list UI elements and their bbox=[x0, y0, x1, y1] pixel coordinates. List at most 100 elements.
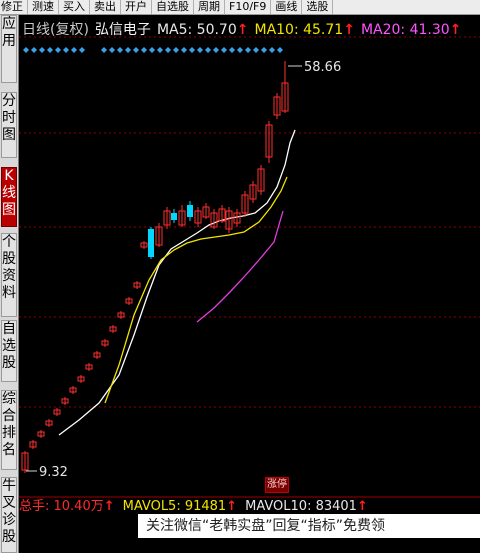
ma10-value: MA10: 45.71↑ bbox=[254, 22, 355, 38]
signal-diamond-icon bbox=[149, 47, 155, 53]
sidebar-tab-1[interactable]: 分时图 bbox=[1, 92, 17, 158]
signal-diamond-icon bbox=[31, 47, 37, 53]
ma5-value: MA5: 50.70↑ bbox=[156, 22, 249, 38]
toolbar-item-9[interactable]: 选股 bbox=[302, 0, 334, 14]
sidebar-tab-char: 牛 bbox=[2, 478, 16, 494]
stock-name: 弘信电子 bbox=[94, 22, 151, 38]
sidebar-tab-3[interactable]: 个股资料 bbox=[1, 233, 17, 317]
mavol5-value: MAVOL5: 91481↑ bbox=[122, 499, 238, 514]
signal-diamond-icon bbox=[39, 47, 45, 53]
sidebar-tab-char: 选 bbox=[2, 338, 16, 354]
signal-diamond-icon bbox=[237, 47, 243, 53]
sidebar-tab-char: 合 bbox=[2, 408, 16, 424]
chart-grid bbox=[19, 36, 480, 498]
sidebar-tab-5[interactable]: 综合排名 bbox=[1, 390, 17, 470]
signal-diamond-icon bbox=[181, 47, 187, 53]
signal-diamond-icon bbox=[189, 47, 195, 53]
sidebar-tab-char: 用 bbox=[2, 33, 16, 49]
signal-diamond-icon bbox=[133, 47, 139, 53]
sidebar-tab-char: 个 bbox=[2, 234, 16, 250]
signal-diamond-icon bbox=[261, 47, 267, 53]
signal-diamond-icon bbox=[197, 47, 203, 53]
signal-diamond-icon bbox=[141, 47, 147, 53]
signal-diamond-icon bbox=[63, 47, 69, 53]
signal-diamond-icon bbox=[71, 47, 77, 53]
sidebar-tab-char: 料 bbox=[2, 285, 16, 301]
total-up-arrow-icon: ↑ bbox=[103, 499, 115, 514]
toolbar-item-2[interactable]: 买入 bbox=[59, 0, 90, 14]
toolbar-item-5[interactable]: 自选股 bbox=[152, 0, 194, 14]
signal-diamond-icon bbox=[277, 47, 283, 53]
price-markers: 58.66 9.32 bbox=[26, 60, 341, 480]
toolbar-item-1[interactable]: 测速 bbox=[28, 0, 59, 14]
signal-diamond-icon bbox=[165, 47, 171, 53]
signal-markers bbox=[23, 47, 283, 53]
low-price-marker: 9.32 bbox=[39, 465, 68, 480]
signal-diamond-icon bbox=[157, 47, 163, 53]
toolbar: 修正 测速 买入 卖出 开户 自选股 周期 F10/F9 画线 选股 bbox=[0, 0, 480, 15]
sidebar-tab-char: 线 bbox=[2, 185, 16, 201]
mavol10-up-arrow-icon: ↑ bbox=[356, 499, 368, 514]
signal-diamond-icon bbox=[229, 47, 235, 53]
sidebar-tab-char: 时 bbox=[2, 110, 16, 126]
signal-diamond-icon bbox=[55, 47, 61, 53]
candle-body bbox=[171, 213, 177, 220]
signal-diamond-icon bbox=[117, 47, 123, 53]
moving-average-lines bbox=[58, 129, 296, 436]
sidebar-tab-0[interactable]: 应用 bbox=[1, 15, 17, 83]
candle-body bbox=[187, 205, 193, 217]
signal-diamond-icon bbox=[23, 47, 29, 53]
sidebar-tab-6[interactable]: 牛叉诊股 bbox=[1, 477, 17, 553]
mavol5-up-arrow-icon: ↑ bbox=[226, 499, 238, 514]
signal-diamond-icon bbox=[125, 47, 131, 53]
volume-header: 总手: 10.40万↑ MAVOL5: 91481↑ MAVOL10: 83401↑ bbox=[19, 499, 368, 515]
ma20-up-arrow-icon: ↑ bbox=[449, 22, 462, 38]
sidebar-tab-char: 股 bbox=[2, 355, 16, 371]
signal-diamond-icon bbox=[173, 47, 179, 53]
toolbar-item-6[interactable]: 周期 bbox=[194, 0, 225, 14]
candlesticks bbox=[21, 61, 289, 473]
limit-up-badge: 涨停 bbox=[265, 477, 289, 493]
signal-diamond-icon bbox=[213, 47, 219, 53]
total-volume: 总手: 10.40万↑ bbox=[19, 499, 115, 514]
signal-diamond-icon bbox=[253, 47, 259, 53]
ma20-value: MA20: 41.30↑ bbox=[360, 22, 462, 38]
high-price-marker: 58.66 bbox=[304, 60, 341, 75]
sidebar: 应用分时图K线图个股资料自选股综合排名牛叉诊股 bbox=[0, 15, 19, 553]
mavol10-value: MAVOL10: 83401↑ bbox=[245, 499, 368, 514]
ma10-up-arrow-icon: ↑ bbox=[343, 22, 355, 38]
signal-diamond-icon bbox=[221, 47, 227, 53]
chart-header: 日线(复权) 弘信电子 MA5: 50.70↑ MA10: 45.71↑ MA20: 4… bbox=[22, 22, 461, 38]
ma5-line bbox=[58, 129, 296, 436]
sidebar-tab-char: 诊 bbox=[2, 512, 16, 528]
sidebar-tab-char: 分 bbox=[2, 93, 16, 109]
sidebar-tab-char: 图 bbox=[2, 202, 16, 218]
signal-diamond-icon bbox=[205, 47, 211, 53]
signal-diamond-icon bbox=[245, 47, 251, 53]
sidebar-tab-char: K bbox=[4, 168, 14, 184]
signal-diamond-icon bbox=[101, 47, 107, 53]
sidebar-tab-char: 排 bbox=[2, 425, 16, 441]
ma5-up-arrow-icon: ↑ bbox=[236, 22, 249, 38]
signal-diamond-icon bbox=[269, 47, 275, 53]
toolbar-item-8[interactable]: 画线 bbox=[271, 0, 303, 14]
sidebar-tab-char: 股 bbox=[2, 529, 16, 545]
sidebar-tab-char: 名 bbox=[2, 442, 16, 458]
kline-chart-area[interactable]: 58.66 9.32 日线(复权) 弘信电子 MA5: 50.70↑ MA10: 45.… bbox=[19, 15, 480, 553]
toolbar-item-3[interactable]: 卖出 bbox=[90, 0, 121, 14]
toolbar-item-7[interactable]: F10/F9 bbox=[225, 0, 272, 14]
signal-diamond-icon bbox=[109, 47, 115, 53]
candle-body bbox=[148, 229, 154, 257]
sidebar-tab-2[interactable]: K线图 bbox=[1, 167, 17, 227]
sidebar-tab-char: 股 bbox=[2, 251, 16, 267]
kline-chart[interactable]: 58.66 9.32 bbox=[19, 15, 480, 553]
sidebar-tab-char: 应 bbox=[2, 16, 16, 32]
toolbar-item-0[interactable]: 修正 bbox=[0, 0, 28, 14]
period-label[interactable]: 日线(复权) bbox=[22, 22, 89, 38]
wechat-promo-banner: 关注微信“老韩实盘”回复“指标”免费领 bbox=[138, 514, 480, 538]
sidebar-tab-char: 图 bbox=[2, 127, 16, 143]
sidebar-tab-char: 综 bbox=[2, 391, 16, 407]
toolbar-item-4[interactable]: 开户 bbox=[121, 0, 152, 14]
signal-diamond-icon bbox=[79, 47, 85, 53]
sidebar-tab-4[interactable]: 自选股 bbox=[1, 320, 17, 382]
